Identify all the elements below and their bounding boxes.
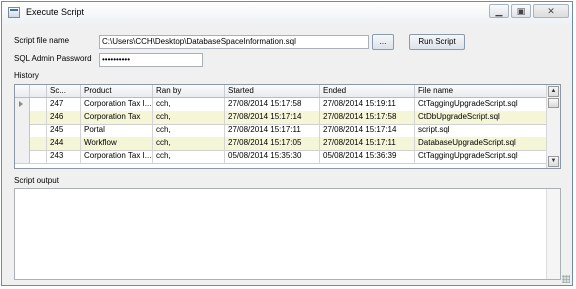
table-cell	[30, 150, 47, 163]
table-cell[interactable]: CtDbUpgradeScript.sql	[415, 111, 548, 124]
scroll-up-icon[interactable]: ▲	[548, 86, 559, 97]
table-cell[interactable]: 246	[47, 111, 81, 124]
expand-column-header	[30, 85, 47, 97]
table-cell[interactable]: Corporation Tax I...	[81, 150, 153, 163]
table-row[interactable]: 244 Workflow cch, 27/08/2014 15:17:05 27…	[15, 137, 548, 151]
table-cell[interactable]: 05/08/2014 15:36:39	[320, 150, 415, 163]
table-cell[interactable]: 27/08/2014 15:17:58	[320, 111, 415, 124]
column-header-file-name[interactable]: File name	[415, 85, 548, 97]
table-cell[interactable]: 27/08/2014 15:17:11	[225, 124, 320, 137]
close-button[interactable]: ✕	[533, 4, 569, 18]
table-row[interactable]: 247 Corporation Tax I... cch, 27/08/2014…	[15, 98, 548, 112]
table-cell[interactable]: script.sql	[415, 124, 548, 137]
scroll-thumb[interactable]	[548, 98, 559, 108]
table-row[interactable]: 243 Corporation Tax I... cch, 05/08/2014…	[15, 150, 548, 164]
table-cell[interactable]: CtTaggingUpgradeScript.sql	[415, 98, 548, 111]
table-cell[interactable]: 27/08/2014 15:17:05	[225, 137, 320, 150]
column-header-product[interactable]: Product	[81, 85, 153, 97]
window-title: Execute Script	[26, 7, 85, 17]
table-cell[interactable]: 27/08/2014 15:19:11	[320, 98, 415, 111]
password-field[interactable]: ••••••••••	[99, 53, 203, 67]
table-row[interactable]: 245 Portal cch, 27/08/2014 15:17:11 27/0…	[15, 124, 548, 138]
resize-grip-icon[interactable]	[562, 275, 570, 283]
password-label: SQL Admin Password	[14, 54, 92, 63]
table-cell[interactable]: 27/08/2014 15:17:14	[320, 124, 415, 137]
history-grid[interactable]: Sc... Product Ran by Started Ended File …	[14, 84, 561, 169]
table-cell[interactable]: cch,	[153, 98, 225, 111]
table-row[interactable]: 246 Corporation Tax cch, 27/08/2014 15:1…	[15, 111, 548, 125]
table-cell[interactable]: DatabaseUpgradeScript.sql	[415, 137, 548, 150]
history-vertical-scrollbar[interactable]: ▲ ▼	[546, 85, 560, 168]
table-cell[interactable]: 243	[47, 150, 81, 163]
row-selector[interactable]	[15, 124, 30, 137]
grid-header: Sc... Product Ran by Started Ended File …	[15, 85, 548, 98]
table-cell[interactable]: CtTaggingUpgradeScript.sql	[415, 150, 548, 163]
table-cell[interactable]: 245	[47, 124, 81, 137]
table-cell[interactable]: 05/08/2014 15:35:30	[225, 150, 320, 163]
table-cell[interactable]: 27/08/2014 15:17:14	[225, 111, 320, 124]
row-selector[interactable]	[15, 137, 30, 150]
table-cell	[30, 137, 47, 150]
history-label: History	[14, 71, 39, 80]
maximize-button[interactable]: ▣	[511, 4, 531, 18]
execute-script-window: Execute Script ▁ ▣ ✕ Script file name C:…	[1, 1, 573, 286]
row-selector[interactable]	[15, 150, 30, 163]
minimize-button[interactable]: ▁	[489, 4, 509, 18]
column-header-ended[interactable]: Ended	[320, 85, 415, 97]
table-cell[interactable]: 244	[47, 137, 81, 150]
table-cell[interactable]: 27/08/2014 15:17:11	[320, 137, 415, 150]
table-cell[interactable]: 27/08/2014 15:17:58	[225, 98, 320, 111]
table-cell[interactable]: 247	[47, 98, 81, 111]
column-header-ran-by[interactable]: Ran by	[153, 85, 225, 97]
column-header-started[interactable]: Started	[225, 85, 320, 97]
table-cell	[30, 124, 47, 137]
table-cell[interactable]: cch,	[153, 150, 225, 163]
script-output-textarea[interactable]	[14, 188, 561, 280]
table-cell	[30, 98, 47, 111]
row-header-corner	[15, 85, 30, 97]
output-vertical-scrollbar[interactable]	[546, 189, 560, 279]
table-cell[interactable]: cch,	[153, 111, 225, 124]
table-cell[interactable]: Portal	[81, 124, 153, 137]
column-header-script-id[interactable]: Sc...	[47, 85, 81, 97]
table-cell[interactable]: cch,	[153, 137, 225, 150]
table-cell[interactable]: Workflow	[81, 137, 153, 150]
script-output-label: Script output	[14, 176, 59, 185]
table-cell[interactable]: Corporation Tax	[81, 111, 153, 124]
row-selector[interactable]	[15, 98, 30, 111]
script-file-label: Script file name	[14, 36, 70, 45]
scroll-down-icon[interactable]: ▼	[548, 156, 559, 167]
table-cell[interactable]: Corporation Tax I...	[81, 98, 153, 111]
row-selector[interactable]	[15, 111, 30, 124]
table-cell	[30, 111, 47, 124]
app-window-icon	[8, 7, 20, 18]
current-row-arrow-icon	[19, 101, 23, 107]
run-script-button[interactable]: Run Script	[409, 34, 465, 50]
browse-button[interactable]: ...	[372, 34, 394, 50]
table-cell[interactable]: cch,	[153, 124, 225, 137]
title-bar[interactable]: Execute Script ▁ ▣ ✕	[2, 2, 572, 24]
script-file-input[interactable]: C:\Users\CCH\Desktop\DatabaseSpaceInform…	[99, 35, 369, 49]
